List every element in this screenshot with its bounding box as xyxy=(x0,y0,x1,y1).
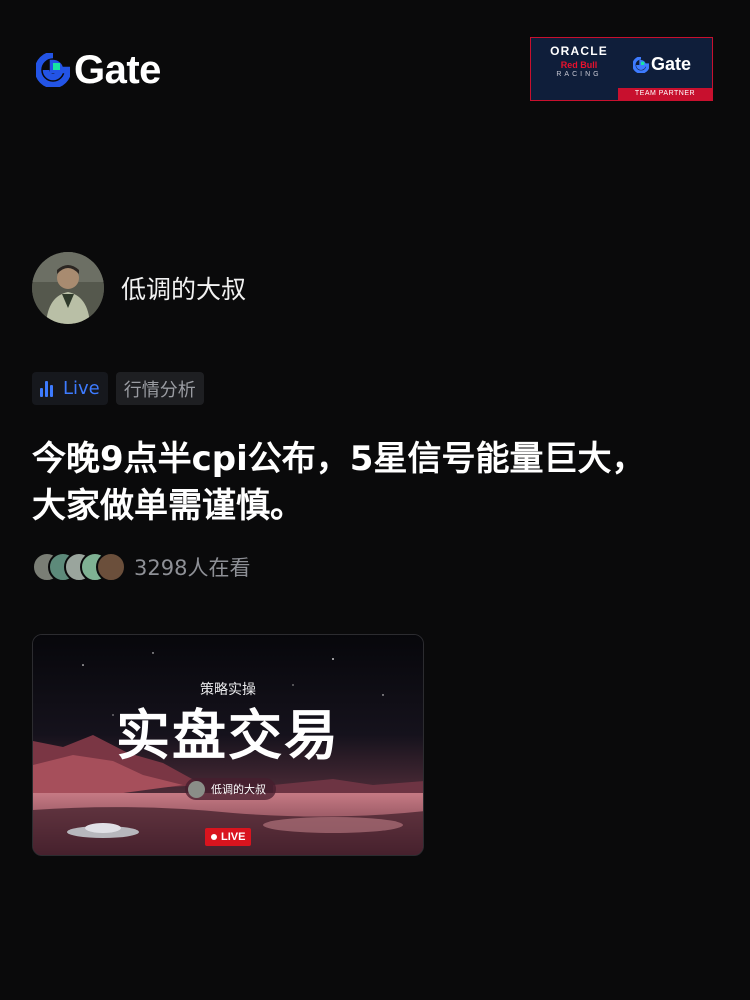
partner-gate-logo: Gate xyxy=(633,54,691,75)
card-host-chip: 低调的大叔 xyxy=(185,778,276,800)
logo-text: Gate xyxy=(74,48,161,92)
gate-logo[interactable]: Gate xyxy=(36,50,161,90)
oracle-wordmark: ORACLE xyxy=(550,44,608,58)
viewer-avatars xyxy=(32,552,126,582)
partner-gate-text: Gate xyxy=(651,54,692,74)
post-title: 今晚9点半cpi公布，5星信号能量巨大，大家做单需谨慎。 xyxy=(32,439,646,526)
tag-category-label: 行情分析 xyxy=(123,379,196,401)
gate-logo-icon xyxy=(36,53,70,87)
racing-wordmark: RACING xyxy=(556,71,602,78)
viewer-avatar xyxy=(96,552,126,582)
live-dot-icon xyxy=(211,834,217,840)
host-avatar xyxy=(188,780,205,798)
card-host-name: 低调的大叔 xyxy=(211,783,266,796)
card-headline: 实盘交易 xyxy=(116,704,340,767)
author-name[interactable]: 低调的大叔 xyxy=(121,270,246,306)
author-row[interactable]: 低调的大叔 xyxy=(32,252,246,324)
redbull-wordmark: Red Bull xyxy=(560,60,598,70)
live-stream-card[interactable]: 策略实操 实盘交易 低调的大叔 LIVE xyxy=(32,634,424,856)
team-partner-label: TEAM PARTNER xyxy=(618,88,712,100)
tag-market-analysis[interactable]: 行情分析 xyxy=(115,372,204,405)
live-badge: LIVE xyxy=(205,828,252,846)
team-partner-badge: ORACLE Red Bull RACING Gate TEAM PARTNER xyxy=(530,37,713,101)
bar-chart-icon xyxy=(40,380,55,397)
tag-live-label: Live xyxy=(63,378,100,399)
live-label: LIVE xyxy=(221,831,246,843)
tag-row: Live 行情分析 xyxy=(32,372,204,405)
gate-small-icon xyxy=(633,56,649,73)
viewer-row: 3298人在看 xyxy=(32,552,250,582)
avatar[interactable] xyxy=(32,252,104,324)
avatar-photo-icon xyxy=(32,252,104,324)
tag-live[interactable]: Live xyxy=(32,372,108,405)
card-subtitle: 策略实操 xyxy=(200,682,256,698)
viewer-count: 3298人在看 xyxy=(134,556,251,580)
